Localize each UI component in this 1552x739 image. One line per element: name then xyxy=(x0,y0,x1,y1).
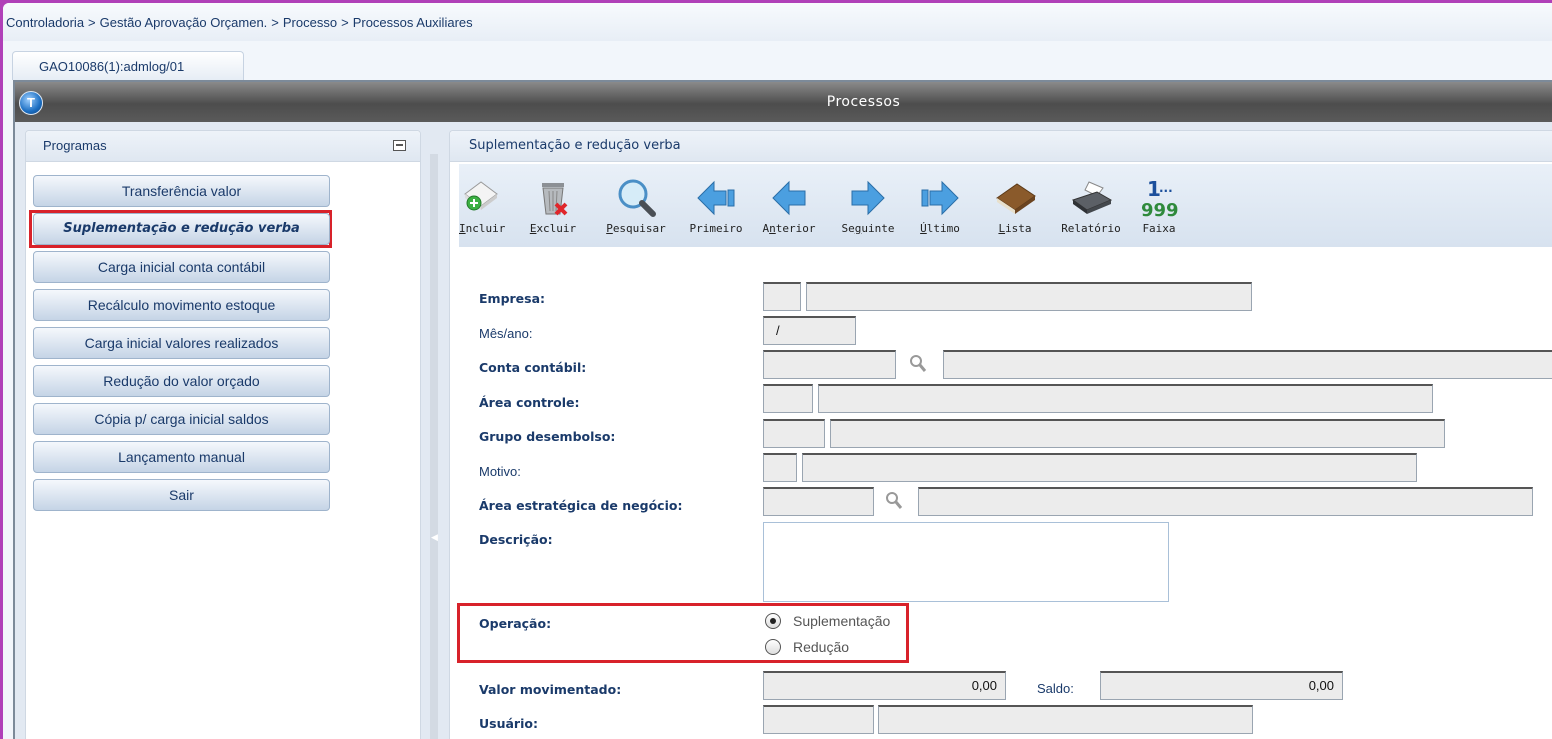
empresa-code-input[interactable] xyxy=(763,282,801,311)
svg-text:...: ... xyxy=(1159,181,1173,195)
label-valor-movimentado: Valor movimentado: xyxy=(479,682,622,697)
search-icon[interactable] xyxy=(884,490,904,512)
program-button-transferencia-valor[interactable]: Transferência valor xyxy=(33,175,330,207)
form-panel-header: Suplementação e redução verba xyxy=(450,131,1552,162)
program-button-lancamento-manual[interactable]: Lançamento manual xyxy=(33,441,330,473)
breadcrumb: Controladoria > Gestão Aprovação Orçamen. >… xyxy=(6,12,477,34)
label-conta-contabil: Conta contábil: xyxy=(479,360,587,375)
highlight-box xyxy=(457,603,909,663)
breadcrumb-separator: > xyxy=(88,15,96,30)
toolbar-label: Faixa xyxy=(1142,222,1176,235)
panel-splitter[interactable]: ◀ xyxy=(430,154,438,739)
toolbar-button-anterior[interactable]: Anterior xyxy=(761,164,817,247)
program-button-carga-conta-contabil[interactable]: Carga inicial conta contábil xyxy=(33,251,330,283)
area-controle-desc-input xyxy=(818,384,1433,413)
trash-delete-icon xyxy=(542,183,568,216)
toolbar-button-seguinte[interactable]: Seguinte xyxy=(839,164,897,247)
next-arrow-icon xyxy=(851,180,885,216)
toolbar-label: Excluir xyxy=(529,222,577,235)
breadcrumb-separator: > xyxy=(341,15,349,30)
breadcrumb-item-processo[interactable]: Processo xyxy=(283,15,337,30)
label-area-controle: Área controle: xyxy=(479,395,580,410)
book-list-icon xyxy=(996,183,1036,214)
toolbar-button-faixa[interactable]: 1... 999 Faixa xyxy=(1139,164,1179,247)
usuario-name-input xyxy=(878,705,1253,734)
program-button-copia-carga-saldos[interactable]: Cópia p/ carga inicial saldos xyxy=(33,403,330,435)
toolbar-button-ultimo[interactable]: Último xyxy=(915,164,965,247)
minimize-icon[interactable] xyxy=(393,140,406,151)
toolbar: Incluir Excluir Pesquisar Primeiro Anter… xyxy=(459,164,1552,247)
program-button-reducao-valor-orcado[interactable]: Redução do valor orçado xyxy=(33,365,330,397)
area-estrategica-desc-input xyxy=(918,487,1533,516)
toolbar-label: Incluir xyxy=(459,222,506,235)
program-button-carga-valores-realizados[interactable]: Carga inicial valores realizados xyxy=(33,327,330,359)
magnifier-icon xyxy=(618,179,656,217)
conta-contabil-input[interactable] xyxy=(763,350,896,379)
toolbar-button-incluir[interactable]: Incluir xyxy=(459,164,506,247)
search-icon[interactable] xyxy=(908,353,928,375)
toolbar-label: Seguinte xyxy=(841,222,895,235)
programs-panel-title: Programas xyxy=(43,138,107,153)
breadcrumb-item-gestao[interactable]: Gestão Aprovação Orçamen. xyxy=(100,15,268,30)
toolbar-button-primeiro[interactable]: Primeiro xyxy=(685,164,747,247)
tab-session[interactable]: GAO10086(1):admlog/01 xyxy=(12,51,244,80)
toolbar-label: Lista xyxy=(998,222,1032,235)
toolbar-label: Anterior xyxy=(762,222,816,235)
motivo-desc-input xyxy=(802,453,1417,482)
last-arrow-icon xyxy=(921,180,959,216)
mes-ano-input[interactable]: / xyxy=(763,316,856,345)
toolbar-label: Último xyxy=(920,222,960,235)
range-numbers-icon: 1...999 xyxy=(1141,177,1179,221)
program-button-suplementacao[interactable]: Suplementação e redução verba xyxy=(33,213,330,245)
grupo-desembolso-desc-input xyxy=(830,419,1445,448)
window-title: Processos xyxy=(826,94,901,110)
label-motivo: Motivo: xyxy=(479,464,521,479)
add-document-icon xyxy=(464,181,498,211)
toolbar-label: Pesquisar xyxy=(606,222,666,235)
saldo-input: 0,00 xyxy=(1100,671,1343,700)
label-saldo: Saldo: xyxy=(1037,681,1074,696)
toolbar-button-pesquisar[interactable]: Pesquisar xyxy=(605,164,667,247)
descricao-textarea[interactable] xyxy=(763,522,1169,602)
program-button-sair[interactable]: Sair xyxy=(33,479,330,511)
label-descricao: Descrição: xyxy=(479,532,553,547)
empresa-name-input xyxy=(806,282,1252,311)
programs-panel-header: Programas xyxy=(26,131,420,162)
breadcrumb-item-controladoria[interactable]: Controladoria xyxy=(6,15,84,30)
grupo-desembolso-input[interactable] xyxy=(763,419,825,448)
label-grupo-desembolso: Grupo desembolso: xyxy=(479,429,616,444)
window-titlebar: T Processos xyxy=(15,82,1552,122)
collapse-arrow-icon[interactable]: ◀ xyxy=(431,532,438,543)
label-mes-ano: Mês/ano: xyxy=(479,326,533,341)
area-estrategica-input[interactable] xyxy=(763,487,874,516)
toolbar-button-excluir[interactable]: Excluir xyxy=(529,164,577,247)
program-button-recalculo-estoque[interactable]: Recálculo movimento estoque xyxy=(33,289,330,321)
toolbar-label: Primeiro xyxy=(689,222,743,235)
toolbar-button-relatorio[interactable]: Relatório xyxy=(1059,164,1123,247)
conta-contabil-desc-input xyxy=(943,350,1552,379)
toolbar-button-lista[interactable]: Lista xyxy=(989,164,1041,247)
label-usuario: Usuário: xyxy=(479,716,538,731)
svg-text:999: 999 xyxy=(1141,200,1179,221)
previous-arrow-icon xyxy=(772,180,806,216)
label-area-estrategica: Área estratégica de negócio: xyxy=(479,498,683,513)
label-empresa: Empresa: xyxy=(479,291,546,306)
first-arrow-icon xyxy=(697,180,735,216)
printer-icon xyxy=(1071,181,1113,214)
valor-movimentado-input[interactable]: 0,00 xyxy=(763,671,1006,700)
programs-panel: Programas Transferência valor Suplementa… xyxy=(25,130,421,739)
usuario-input xyxy=(763,705,874,734)
toolbar-label: Relatório xyxy=(1061,222,1121,235)
form-panel-title: Suplementação e redução verba xyxy=(469,138,681,153)
area-controle-input[interactable] xyxy=(763,384,813,413)
breadcrumb-separator: > xyxy=(271,15,279,30)
breadcrumb-item-processos-auxiliares[interactable]: Processos Auxiliares xyxy=(353,15,473,30)
motivo-input[interactable] xyxy=(763,453,797,482)
